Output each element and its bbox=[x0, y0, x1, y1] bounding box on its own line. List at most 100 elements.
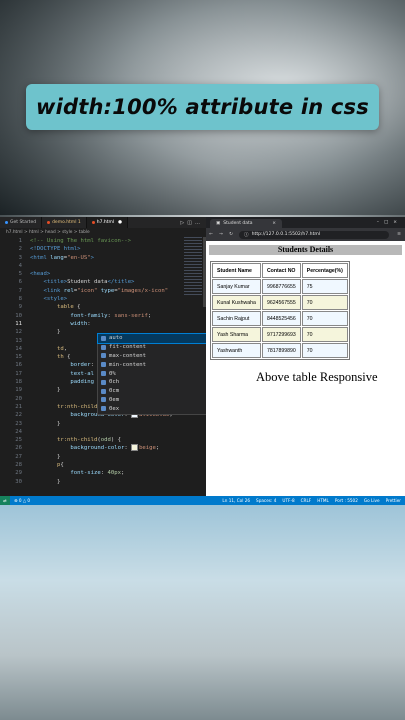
go-live-button[interactable]: Go Live bbox=[364, 498, 380, 503]
table-caption: Students Details bbox=[209, 245, 402, 255]
close-icon[interactable]: × bbox=[266, 221, 276, 226]
code-line[interactable]: 24 bbox=[0, 428, 206, 436]
split-editor-icon[interactable]: ◫ bbox=[187, 220, 195, 226]
line-number: 17 bbox=[15, 370, 22, 377]
value-icon bbox=[101, 371, 106, 377]
code-token: { bbox=[67, 354, 71, 361]
line-number: 8 bbox=[18, 296, 22, 303]
language-mode[interactable]: HTML bbox=[317, 498, 329, 503]
tab-get-started[interactable]: Get Started bbox=[0, 217, 43, 228]
code-line[interactable]: 30 } bbox=[0, 478, 206, 486]
url-input[interactable]: ⓘ http://127.0.0.1:5502/h7.html bbox=[239, 230, 389, 239]
html-file-icon bbox=[91, 221, 95, 224]
cursor-position[interactable]: Ln 11, Col 26 bbox=[222, 498, 250, 503]
code-line[interactable]: 25 tr:nth-child(odd) { bbox=[0, 436, 206, 444]
editor-tab-bar: Get Started demo.html 1 h7.html ● ▷◫… bbox=[0, 217, 206, 228]
editor-actions: ▷◫… bbox=[180, 220, 206, 226]
code-token: ; bbox=[155, 445, 160, 452]
unsaved-dot-icon[interactable]: ● bbox=[118, 220, 122, 225]
reload-icon[interactable]: ↻ bbox=[226, 232, 236, 237]
table-cell: 9968776655 bbox=[261, 279, 301, 294]
line-number: 28 bbox=[15, 462, 22, 469]
address-bar-row: ← → ↻ ⓘ http://127.0.0.1:5502/h7.html ≡ bbox=[206, 228, 405, 241]
code-line[interactable]: 3 <html lang = "en-US" > bbox=[0, 254, 206, 262]
code-line[interactable]: 4 bbox=[0, 262, 206, 270]
close-window-icon[interactable]: × bbox=[393, 220, 402, 225]
web-page: Students Details Student Name Contact NO P… bbox=[206, 241, 405, 364]
code-token: <title> bbox=[43, 279, 68, 286]
code-line[interactable]: 7 <link rel = "icon" type = "images/x-icon" bbox=[0, 287, 206, 295]
table-cell: 9717299693 bbox=[261, 327, 301, 342]
responsive-text: Above table Responsive bbox=[256, 370, 378, 384]
line-ending[interactable]: CRLF bbox=[301, 498, 312, 503]
tab-demo-html[interactable]: demo.html 1 bbox=[42, 217, 87, 228]
code-token: } bbox=[30, 478, 61, 485]
code-line[interactable]: 9 table { bbox=[0, 303, 206, 311]
table-header-row: Student Name Contact NO Percentage(%) bbox=[212, 263, 348, 278]
menu-icon[interactable]: ≡ bbox=[397, 232, 405, 237]
code-token: <!-- Using The html favicon--> bbox=[30, 238, 132, 244]
status-items: Ln 11, Col 26 Spaces: 4 UTF-8 CRLF HTML … bbox=[222, 498, 405, 503]
line-number: 7 bbox=[18, 287, 22, 294]
tab-label: demo.html 1 bbox=[52, 220, 81, 225]
breadcrumb-text: h7.html > html > head > style > table bbox=[6, 230, 90, 235]
code-token: } bbox=[30, 329, 61, 336]
tab-h7-html[interactable]: h7.html ● bbox=[86, 217, 129, 228]
code-line[interactable]: 23 } bbox=[0, 420, 206, 428]
more-icon[interactable]: … bbox=[195, 220, 203, 226]
code-line[interactable]: 2 <!DOCTYPE html> bbox=[0, 245, 206, 253]
code-line[interactable]: 28 p{ bbox=[0, 461, 206, 469]
table-cell: 9624567555 bbox=[261, 295, 301, 310]
maximize-icon[interactable]: □ bbox=[384, 220, 393, 225]
encoding[interactable]: UTF-8 bbox=[282, 498, 294, 503]
autocomplete-label: 0% bbox=[109, 370, 116, 377]
line-number: 20 bbox=[15, 395, 22, 402]
code-token: } bbox=[30, 420, 61, 427]
prettier-button[interactable]: Prettier bbox=[386, 498, 401, 503]
live-server-port[interactable]: Port : 5502 bbox=[335, 498, 358, 503]
url-text: http://127.0.0.1:5502/h7.html bbox=[251, 232, 321, 237]
problems-icon[interactable]: ⊗ 0 △ 0 bbox=[14, 498, 30, 503]
code-token: <!DOCTYPE html> bbox=[30, 246, 81, 253]
code-line[interactable]: 6 <title> Student data </title> bbox=[0, 278, 206, 286]
background-bottom bbox=[0, 505, 405, 720]
breadcrumb[interactable]: h7.html > html > head > style > table bbox=[0, 228, 206, 237]
line-number: 29 bbox=[15, 470, 22, 477]
code-token: td bbox=[56, 345, 64, 352]
code-token: background-color bbox=[70, 445, 125, 452]
code-token: th bbox=[56, 354, 68, 361]
line-number: 25 bbox=[15, 437, 22, 444]
browser-tab[interactable]: ▣ Student data × bbox=[210, 219, 282, 228]
back-icon[interactable]: ← bbox=[206, 232, 216, 237]
code-line[interactable]: 1 <!-- Using The html favicon--> bbox=[0, 237, 206, 245]
code-token: beige bbox=[139, 445, 156, 452]
code-line[interactable]: 26 background-color: beige; bbox=[0, 444, 206, 452]
code-line[interactable]: 11 width: bbox=[0, 320, 206, 328]
line-number: 18 bbox=[15, 379, 22, 386]
code-line[interactable]: 5 <head> bbox=[0, 270, 206, 278]
browser-tab-title: Student data bbox=[223, 221, 253, 226]
indentation[interactable]: Spaces: 4 bbox=[256, 498, 276, 503]
autocomplete-label: 0cm bbox=[109, 388, 120, 395]
code-line[interactable]: 10 font-family: sans-serif; bbox=[0, 312, 206, 320]
color-swatch-icon[interactable] bbox=[131, 444, 139, 452]
line-number: 9 bbox=[18, 304, 22, 311]
tab-label: h7.html bbox=[96, 220, 115, 225]
minimap[interactable] bbox=[184, 237, 202, 297]
remote-icon[interactable]: ⇄ bbox=[0, 496, 10, 505]
minimize-icon[interactable]: – bbox=[377, 220, 384, 225]
code-line[interactable]: 27 } bbox=[0, 453, 206, 461]
code-line[interactable]: 8 <style> bbox=[0, 295, 206, 303]
line-number: 11 bbox=[15, 320, 22, 327]
code-token: padding bbox=[70, 379, 94, 386]
code-line[interactable]: 29 font-size: 40px; bbox=[0, 469, 206, 477]
code-token: tr:nth-child bbox=[56, 403, 98, 410]
forward-icon[interactable]: → bbox=[216, 232, 226, 237]
code-token: type bbox=[100, 287, 115, 294]
